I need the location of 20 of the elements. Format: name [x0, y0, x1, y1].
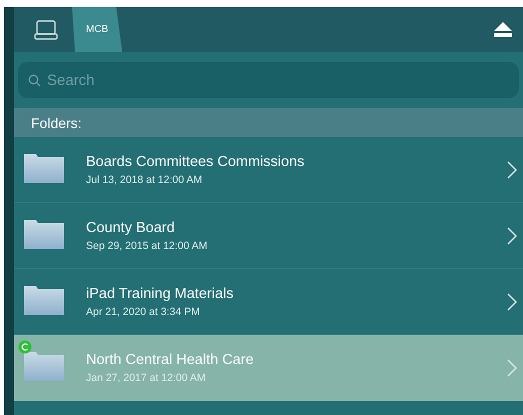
laptop-icon — [34, 18, 58, 40]
search-field[interactable]: Search — [18, 62, 519, 98]
search-icon — [28, 74, 41, 87]
folder-date: Apr 21, 2020 at 3:34 PM — [86, 306, 201, 318]
chevron-icon — [507, 226, 517, 244]
folder-name: North Central Health Care — [86, 352, 255, 368]
folder-name: iPad Training Materials — [86, 286, 234, 302]
folder-name: County Board — [86, 220, 176, 236]
section-title: Folders: — [31, 114, 82, 130]
folder-date: Jul 13, 2018 at 12:00 AM — [86, 174, 204, 186]
folder-date: Sep 29, 2015 at 12:00 AM — [86, 240, 208, 252]
chevron-icon — [507, 358, 517, 376]
folder-row[interactable]: County Board Sep 29, 2015 at 12:00 AM — [14, 203, 523, 269]
tab[interactable]: MCB — [72, 7, 122, 52]
eject-icon[interactable] — [493, 20, 513, 38]
folder-row[interactable]: Boards Committees Commissions Jul 13, 2018 at 12:00 AM — [14, 137, 523, 203]
chevron-icon — [507, 292, 517, 310]
chevron-icon — [507, 160, 517, 178]
folder-name: Boards Committees Commissions — [86, 154, 306, 170]
folder-date: Jan 27, 2017 at 12:00 AM — [86, 372, 207, 384]
